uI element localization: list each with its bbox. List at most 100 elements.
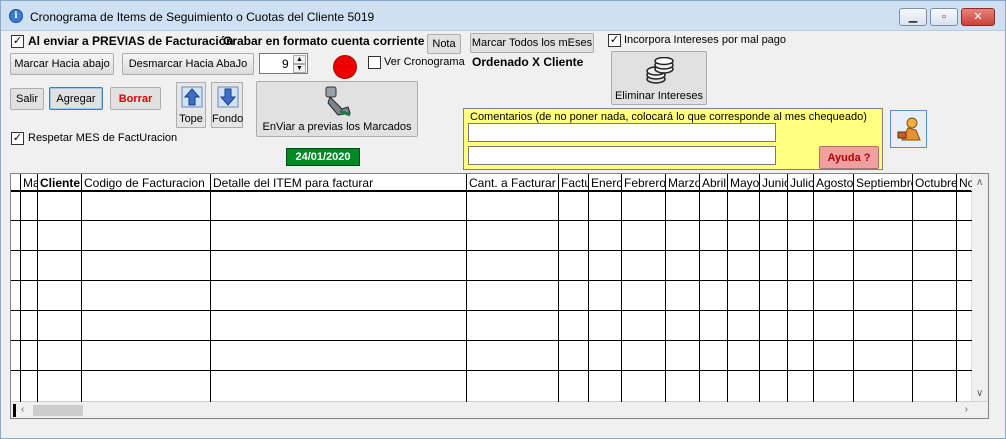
row-gutter [11, 174, 21, 402]
column-header: Factu [561, 176, 589, 190]
marcar-hacia-abajo-button[interactable]: Marcar Hacia abajo [10, 53, 114, 75]
column-header: Julio [790, 176, 814, 190]
ver-cronograma-label: Ver Cronograma [384, 56, 465, 68]
table-row [11, 340, 972, 341]
column-header: Enero [591, 176, 622, 190]
comments-label: Comentarios (de no poner nada, colocará … [470, 111, 867, 123]
app-icon: i [9, 9, 23, 23]
vertical-scrollbar[interactable]: ∧ ∨ [971, 174, 988, 402]
column-mar[interactable]: Mar [21, 174, 38, 402]
incorpora-intereses-label: Incorpora Intereses por mal pago [624, 34, 787, 46]
window-title: Cronograma de Items de Seguimiento o Cuo… [30, 10, 375, 24]
coins-icon [646, 57, 674, 84]
table-row [11, 310, 972, 311]
column-codigo-de-facturacion[interactable]: Codigo de Facturacion [82, 174, 211, 402]
column-agosto[interactable]: Agosto [814, 174, 854, 402]
table-row [11, 220, 972, 221]
helper-button[interactable] [890, 110, 927, 148]
table-row [11, 191, 972, 192]
column-mayo[interactable]: Mayo [728, 174, 760, 402]
marcar-todos-button[interactable]: Marcar Todos los mEses [470, 33, 594, 53]
column-febrero[interactable]: Febrero [622, 174, 666, 402]
column-detalle-del-item-para-facturar[interactable]: Detalle del ITEM para facturar [211, 174, 467, 402]
tope-label: Tope [179, 113, 203, 125]
comment-field-1[interactable] [468, 123, 776, 142]
column-enero[interactable]: Enero [589, 174, 622, 402]
scroll-down-icon[interactable]: ∨ [976, 388, 983, 399]
column-junio[interactable]: Junio [760, 174, 788, 402]
main-window: i Cronograma de Items de Seguimiento o C… [0, 0, 1006, 439]
minimize-button[interactable]: ▁ [899, 8, 927, 26]
column-header: Detalle del ITEM para facturar [213, 176, 374, 190]
column-julio[interactable]: Julio [788, 174, 814, 402]
spinner-value: 9 [282, 57, 289, 71]
grabar-label: Grabar en formato cuenta corriente [223, 34, 425, 48]
status-dot-icon [333, 55, 357, 79]
enviar-previas-button[interactable]: EnViar a previas los Marcados [256, 81, 418, 137]
salir-button[interactable]: Salir [10, 88, 44, 110]
al-enviar-checkbox[interactable]: ✓ [11, 35, 24, 48]
column-abril[interactable]: Abril [700, 174, 728, 402]
send-hand-icon [325, 86, 351, 117]
comments-panel: Comentarios (de no poner nada, colocará … [463, 108, 883, 170]
enviar-previas-label: EnViar a previas los Marcados [262, 121, 412, 133]
maximize-icon: ▫ [942, 11, 946, 23]
worker-icon [897, 117, 921, 141]
respetar-mes-checkbox[interactable]: ✓ [11, 132, 24, 145]
column-cant-a-facturar[interactable]: Cant. a Facturar [467, 174, 559, 402]
eliminar-intereses-label: Eliminar Intereses [614, 90, 704, 102]
ver-cronograma-checkbox[interactable] [368, 56, 381, 69]
table-row [11, 250, 972, 251]
rows-spinner[interactable]: 9 ▲ ▼ [259, 53, 308, 74]
maximize-button[interactable]: ▫ [930, 8, 958, 26]
column-octubre[interactable]: Octubre [913, 174, 957, 402]
date-display: 24/01/2020 [286, 148, 360, 166]
column-header: Marzo [668, 176, 700, 190]
fondo-label: Fondo [212, 113, 244, 125]
horizontal-scrollbar[interactable]: ‹ › [11, 401, 988, 418]
incorpora-intereses-checkbox[interactable]: ✓ [608, 34, 621, 47]
scroll-left-icon[interactable]: ‹ [21, 404, 24, 415]
column-header: Septiembre [856, 176, 913, 190]
column-header: Codigo de Facturacion [84, 176, 205, 190]
scroll-thumb[interactable] [33, 405, 83, 416]
comment-field-2[interactable] [468, 146, 776, 165]
fondo-button[interactable]: Fondo [211, 82, 243, 128]
close-button[interactable]: ✕ [961, 8, 995, 26]
column-septiembre[interactable]: Septiembre [854, 174, 913, 402]
close-icon: ✕ [973, 11, 983, 23]
minimize-icon: ▁ [908, 11, 918, 23]
eliminar-intereses-button[interactable]: Eliminar Intereses [611, 51, 707, 105]
column-factu[interactable]: Factu [559, 174, 589, 402]
column-header: Octubre [915, 176, 957, 190]
desmarcar-hacia-abajo-button[interactable]: Desmarcar Hacia AbaJo [122, 53, 254, 75]
arrow-down-icon [217, 86, 239, 108]
respetar-mes-label: Respetar MES de FactUracion [28, 132, 178, 144]
tope-button[interactable]: Tope [176, 82, 206, 128]
ayuda-button[interactable]: Ayuda ? [819, 146, 879, 169]
column-header: Abril [702, 176, 727, 190]
column-nov[interactable]: Nov [957, 174, 972, 402]
column-header: Cliente [40, 176, 81, 190]
column-header: Nov [959, 176, 972, 190]
title-bar: i Cronograma de Items de Seguimiento o C… [1, 1, 1005, 31]
column-header: Agosto [816, 176, 854, 190]
column-header: Cant. a Facturar [469, 176, 556, 190]
column-cliente[interactable]: Cliente [38, 174, 82, 402]
borrar-button[interactable]: Borrar [110, 87, 161, 110]
spinner-up-icon[interactable]: ▲ [293, 55, 306, 64]
scroll-right-icon[interactable]: › [965, 404, 968, 415]
table-row [11, 280, 972, 281]
column-header: Junio [762, 176, 788, 190]
row-marker [13, 404, 16, 417]
column-header: Febrero [624, 176, 666, 190]
agregar-button[interactable]: Agregar [49, 87, 103, 110]
column-marzo[interactable]: Marzo [666, 174, 700, 402]
spinner-down-icon[interactable]: ▼ [293, 64, 306, 73]
scroll-up-icon[interactable]: ∧ [976, 177, 983, 188]
ordenado-label: Ordenado X Cliente [472, 55, 584, 69]
column-header: Mar [23, 176, 38, 190]
nota-button[interactable]: Nota [427, 34, 461, 54]
items-grid[interactable]: ∧ ∨ ‹ › MarClienteCodigo de Facturacion D… [10, 173, 989, 419]
al-enviar-label: Al enviar a PREVIAS de Facturación [28, 34, 234, 48]
